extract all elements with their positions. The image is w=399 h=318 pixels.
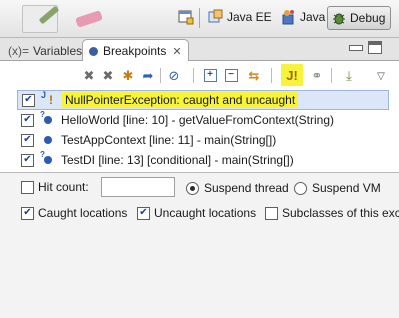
toolbar-separator <box>160 68 161 83</box>
java-icon <box>282 10 294 25</box>
breakpoint-row[interactable]: ✔ TestAppContext [line: 11] - main(Strin… <box>17 130 389 150</box>
minimize-icon[interactable] <box>349 45 363 51</box>
go-to-file-icon[interactable]: ➦ <box>139 66 157 84</box>
exception-breakpoint-icon: J! <box>41 90 53 107</box>
tab-variables[interactable]: (x)= Variables <box>8 41 82 60</box>
tab-breakpoints-label: Breakpoints <box>103 44 167 58</box>
breakpoint-checkbox[interactable]: ✔ <box>21 113 34 127</box>
breakpoints-view: ✖ ✖ ✱ ➦ ⊘ + − ⇆ J! ⚭ ⤓ ▽ ✔ J! NullPointe… <box>0 61 399 318</box>
expand-all-icon[interactable]: + <box>201 66 219 84</box>
perspective-debug-label: Debug <box>350 11 386 25</box>
breakpoint-icon <box>89 46 98 56</box>
perspective-debug[interactable]: Debug <box>327 6 392 30</box>
breakpoint-checkbox[interactable]: ✔ <box>22 93 35 107</box>
perspective-java[interactable]: Java <box>277 6 329 28</box>
breakpoint-checkbox[interactable]: ✔ <box>21 153 34 167</box>
breakpoint-tree: ✔ J! NullPointerException: caught and un… <box>17 90 389 170</box>
breakpoint-label: HelloWorld [line: 10] - getValueFromCont… <box>61 113 334 127</box>
close-icon[interactable]: ✕ <box>172 45 181 58</box>
hit-count-checkbox[interactable] <box>21 180 34 194</box>
java-exception-breakpoint-icon[interactable]: J! <box>281 64 303 86</box>
skip-all-icon[interactable]: ⊘ <box>165 66 183 84</box>
breakpoint-row[interactable]: ✔ J! NullPointerException: caught and un… <box>17 90 389 110</box>
open-perspective-button[interactable] <box>176 6 196 28</box>
suspend-vm-radio[interactable] <box>294 181 307 195</box>
view-tab-bar: (x)= Variables Breakpoints ✕ <box>0 38 399 62</box>
breakpoint-detail-pane: Hit count: Suspend thread Suspend VM ✔ C… <box>0 173 399 318</box>
perspective-java-ee-label: Java EE <box>227 10 272 24</box>
uncaught-locations-checkbox[interactable]: ✔ <box>137 206 150 220</box>
toolbar-separator <box>193 68 194 83</box>
perspective-java-ee[interactable]: Java EE <box>204 6 276 28</box>
breakpoint-label: TestAppContext [line: 11] - main(String[… <box>61 133 277 147</box>
bug-icon <box>333 13 345 25</box>
remove-all-icon[interactable]: ✖ <box>99 66 117 84</box>
suspend-vm-label: Suspend VM <box>312 181 381 195</box>
hit-count-input[interactable] <box>101 177 175 197</box>
suspend-vm-radio-group[interactable]: Suspend VM <box>294 181 381 195</box>
breakpoint-row[interactable]: ✔ ? TestDI [line: 13] [conditional] - ma… <box>17 150 389 170</box>
subclasses-label: Subclasses of this exc <box>282 206 399 220</box>
toolbar-separator <box>271 68 272 83</box>
suspend-thread-radio-group[interactable]: Suspend thread <box>186 181 289 195</box>
caught-locations-checkbox[interactable]: ✔ <box>21 206 34 220</box>
java-ee-icon <box>208 9 223 23</box>
remove-icon[interactable]: ✖ <box>80 66 98 84</box>
hit-count-checkbox-group[interactable]: Hit count: <box>21 180 89 194</box>
maximize-icon[interactable] <box>368 41 382 54</box>
show-supported-icon[interactable]: ✱ <box>119 66 137 84</box>
separator <box>199 8 200 28</box>
tab-variables-label: Variables <box>33 43 83 58</box>
tab-breakpoints[interactable]: Breakpoints ✕ <box>82 39 189 62</box>
caught-locations-label: Caught locations <box>38 206 128 220</box>
import-icon[interactable]: ⤓ <box>340 66 358 84</box>
uncaught-locations-checkbox-group[interactable]: ✔ Uncaught locations <box>137 206 256 220</box>
perspective-bar: Java EE Java Debug <box>0 0 399 38</box>
breakpoint-row[interactable]: ✔ ? HelloWorld [line: 10] - getValueFrom… <box>17 110 389 130</box>
uncaught-locations-label: Uncaught locations <box>154 206 257 220</box>
group-by-icon[interactable]: ⚭ <box>308 66 326 84</box>
link-with-debug-view-icon[interactable]: ⇆ <box>245 66 263 84</box>
caught-locations-checkbox-group[interactable]: ✔ Caught locations <box>21 206 127 220</box>
breakpoint-label: NullPointerException: caught and uncaugh… <box>62 92 299 108</box>
collapse-all-icon[interactable]: − <box>222 66 240 84</box>
breakpoints-toolbar: ✖ ✖ ✱ ➦ ⊘ + − ⇆ J! ⚭ ⤓ ▽ <box>0 64 399 86</box>
breakpoint-checkbox[interactable]: ✔ <box>21 133 34 147</box>
subclasses-checkbox[interactable] <box>265 206 278 220</box>
suspend-thread-label: Suspend thread <box>204 181 289 195</box>
open-perspective-icon <box>178 10 194 25</box>
line-breakpoint-icon <box>40 133 56 147</box>
conditional-breakpoint-icon: ? <box>40 150 56 167</box>
conditional-breakpoint-icon: ? <box>40 110 56 127</box>
perspective-java-label: Java <box>300 10 326 24</box>
variables-icon: (x)= <box>8 43 29 58</box>
hit-count-label: Hit count: <box>38 180 89 194</box>
eraser-icon <box>75 10 103 28</box>
view-menu-icon[interactable]: ▽ <box>372 68 390 86</box>
toolbar-separator <box>331 68 332 83</box>
suspend-thread-radio[interactable] <box>186 181 199 195</box>
breakpoint-label: TestDI [line: 13] [conditional] - main(S… <box>61 153 294 167</box>
subclasses-checkbox-group[interactable]: Subclasses of this exc <box>265 206 399 220</box>
